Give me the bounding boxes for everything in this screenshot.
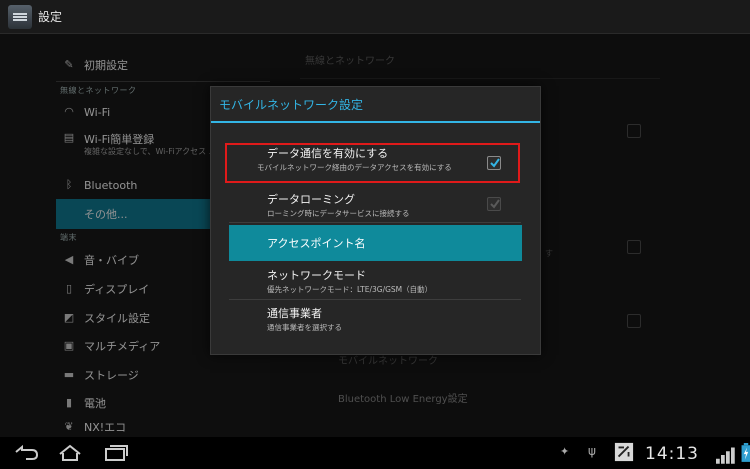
mobile-network-settings-dialog: モバイルネットワーク設定 データ通信を有効にする モバイルネットワーク経由のデー…	[210, 86, 541, 355]
action-bar: 設定	[0, 0, 750, 34]
battery-charging-icon	[741, 443, 750, 462]
option-carrier[interactable]: 通信事業者 通信事業者を選択する	[229, 305, 521, 332]
checkmark-icon	[490, 199, 500, 209]
option-access-point-names[interactable]: アクセスポイント名	[229, 225, 522, 261]
system-bar: ✦ ψ 14:13	[0, 437, 750, 469]
back-icon[interactable]	[12, 443, 40, 463]
home-icon[interactable]	[56, 443, 84, 463]
option-divider	[229, 299, 521, 300]
dialog-title-divider	[211, 121, 540, 123]
option-data-roaming[interactable]: データローミング ローミング時にデータサービスに接続する	[229, 191, 521, 218]
option-network-mode[interactable]: ネットワークモード 優先ネットワークモード：LTE/3G/GSM（自動）	[229, 267, 521, 294]
settings-app-icon[interactable]	[8, 4, 32, 29]
option-divider	[229, 222, 521, 223]
usb-icon: ψ	[588, 444, 596, 458]
android-debug-icon: ✦	[560, 445, 570, 458]
screenshot-icon[interactable]	[610, 442, 638, 462]
highlight-box	[225, 143, 520, 183]
clock[interactable]: 14:13	[645, 444, 699, 464]
app-title: 設定	[38, 10, 63, 24]
recent-apps-icon[interactable]	[102, 443, 130, 463]
dialog-title: モバイルネットワーク設定	[219, 98, 364, 112]
data-roaming-checkbox[interactable]	[487, 197, 501, 211]
